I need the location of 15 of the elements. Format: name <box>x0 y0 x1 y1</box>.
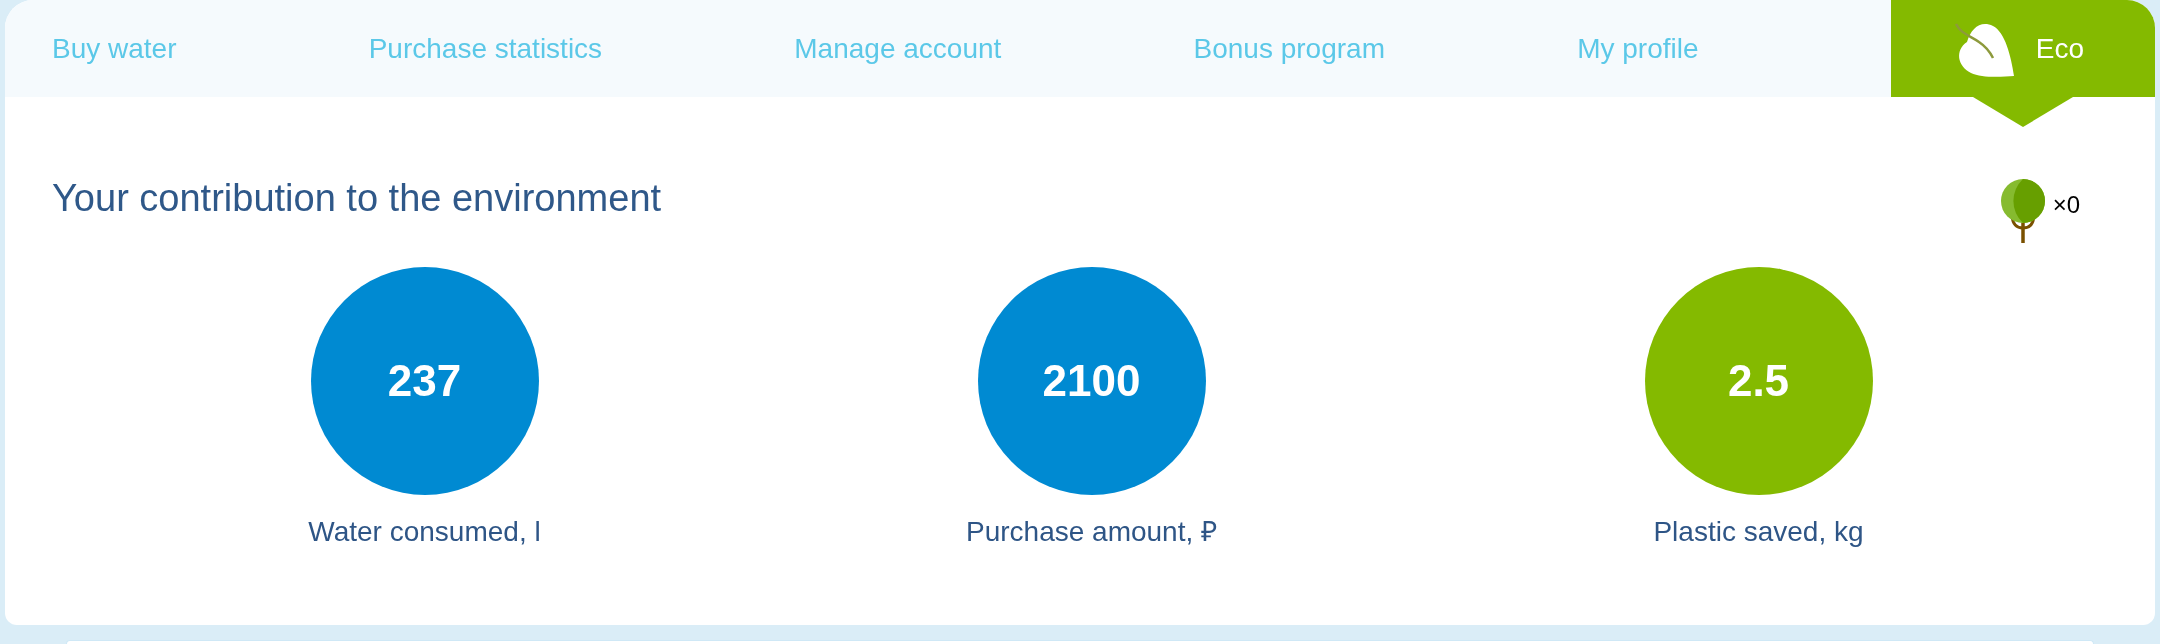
nav-tab[interactable]: Purchase statistics <box>368 0 603 97</box>
stat-value: 2100 <box>1042 359 1141 403</box>
stat-label: Water consumed, l <box>308 515 541 549</box>
tree-count: ×0 <box>2052 193 2080 217</box>
tab-pointer-icon <box>1972 97 2073 127</box>
stat-label: Purchase amount, ₽ <box>966 515 1217 549</box>
stat-value: 237 <box>387 359 462 403</box>
page-title: Your contribution to the environment <box>52 176 662 221</box>
nav-tab[interactable]: Buy water <box>52 0 177 97</box>
stat-value: 2.5 <box>1727 359 1790 403</box>
stat-label: Plastic saved, kg <box>1653 515 1864 549</box>
nav-tab[interactable]: Manage account <box>794 0 1002 97</box>
nav-tab[interactable]: Bonus program <box>1193 0 1385 97</box>
tree-icon <box>1999 179 2046 243</box>
nav-tab[interactable]: My profile <box>1577 0 1699 97</box>
